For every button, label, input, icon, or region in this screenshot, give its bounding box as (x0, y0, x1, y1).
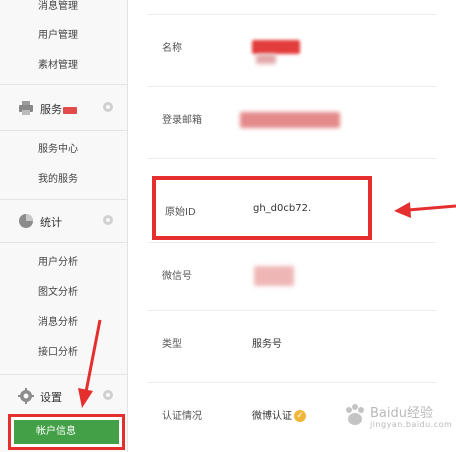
watermark-text: Baidu经验 (370, 406, 433, 421)
baidu-watermark: Baidu经验 jingyan.baidu.com (340, 396, 453, 438)
arrow-to-account-info (78, 319, 102, 408)
annotation-arrows (78, 202, 456, 408)
arrow-to-original-id (394, 202, 456, 218)
watermark-url: jingyan.baidu.com (370, 420, 453, 429)
paw-icon (346, 404, 364, 425)
